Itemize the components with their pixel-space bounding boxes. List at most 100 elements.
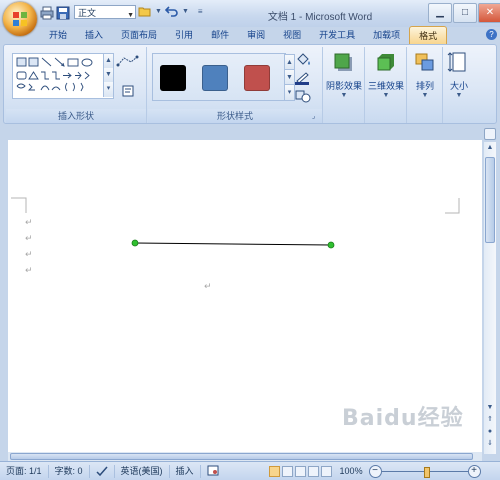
word-count-status[interactable]: 字数: 0 <box>49 464 90 478</box>
status-bar: 页面: 1/1 字数: 0 英语(美国) 插入 100% − + <box>0 461 500 480</box>
arrange-group: 排列 ▼ <box>408 47 443 123</box>
horizontal-scroll-thumb[interactable] <box>10 453 473 460</box>
tab-review[interactable]: 审阅 <box>238 26 274 44</box>
line-end-handle <box>327 241 335 249</box>
qat-actions: ▼ ▼ ≡ <box>138 4 203 18</box>
edit-shape-icon[interactable] <box>116 55 140 69</box>
minimize-button[interactable]: ▁ <box>428 3 452 23</box>
next-page-button[interactable]: ⇓ <box>484 438 496 450</box>
change-shape-icon[interactable] <box>294 89 312 103</box>
tab-page-layout[interactable]: 页面布局 <box>112 26 166 44</box>
shadow-effects-button[interactable]: 阴影效果 ▼ <box>325 51 363 99</box>
tab-developer[interactable]: 开发工具 <box>310 26 364 44</box>
print-layout-view-button[interactable] <box>268 465 280 477</box>
shape-fill-icon[interactable] <box>294 53 312 67</box>
style-swatch-red[interactable] <box>244 65 270 91</box>
tab-format[interactable]: 格式 <box>409 26 448 45</box>
shapes-palette-icon <box>16 57 93 92</box>
chevron-down-icon: ▼ <box>421 92 429 99</box>
arrange-button[interactable]: 排列 ▼ <box>406 51 444 99</box>
zoom-in-button[interactable]: + <box>467 464 481 478</box>
scroll-down-button[interactable]: ▼ <box>484 402 496 414</box>
text-box-icon[interactable] <box>122 85 134 97</box>
save-icon[interactable] <box>56 6 70 20</box>
macro-record-icon <box>207 465 219 475</box>
shape-styles-group: ▲ ▼ ▾ 形状样式 ⌟ <box>148 47 323 123</box>
shadow-effects-icon <box>334 53 352 71</box>
3d-effects-icon <box>377 54 394 71</box>
shadow-effects-group: 阴影效果 ▼ <box>324 47 365 123</box>
chevron-down-icon: ▼ <box>382 92 390 99</box>
full-screen-reading-view-button[interactable] <box>281 465 293 477</box>
maximize-button[interactable]: □ <box>453 3 477 23</box>
3d-effects-group: 三维效果 ▼ <box>366 47 407 123</box>
shadow-effects-label: 阴影效果 <box>325 81 362 91</box>
insert-shapes-label: 插入形状 <box>6 109 146 123</box>
proofing-status[interactable] <box>90 464 115 478</box>
help-icon[interactable]: ? <box>486 29 497 40</box>
macro-record-status[interactable] <box>201 465 225 478</box>
open-folder-icon[interactable] <box>138 4 152 18</box>
zoom-slider-track[interactable] <box>381 466 468 478</box>
chevron-down-icon: ▼ <box>455 92 463 99</box>
view-ruler-button[interactable] <box>484 128 496 140</box>
dialog-launcher-icon[interactable]: ⌟ <box>312 113 320 121</box>
ribbon-tabs: 开始 插入 页面布局 引用 邮件 审阅 视图 开发工具 加载项 格式 <box>40 26 448 45</box>
close-button[interactable]: ✕ <box>478 3 500 23</box>
language-status[interactable]: 英语(美国) <box>115 464 170 478</box>
line-start-handle <box>131 239 139 247</box>
zoom-out-button[interactable]: − <box>368 464 382 478</box>
style-swatch-black[interactable] <box>160 65 186 91</box>
shape-style-gallery[interactable]: ▲ ▼ ▾ <box>152 53 295 101</box>
tab-references[interactable]: 引用 <box>166 26 202 44</box>
undo-icon[interactable] <box>164 4 179 18</box>
outline-view-button[interactable] <box>307 465 319 477</box>
proofing-check-icon <box>96 466 108 476</box>
insert-mode-status[interactable]: 插入 <box>170 464 201 478</box>
gallery-scroll-up[interactable]: ▲ <box>103 54 113 68</box>
style-combo-box[interactable]: 正文 ▼ <box>74 5 136 19</box>
arrange-label: 排列 <box>415 81 434 91</box>
zoom-level[interactable]: 100% <box>340 466 363 476</box>
gallery-scroll-down[interactable]: ▼ <box>103 68 113 82</box>
insert-shapes-group: ▲ ▼ ▾ 插入形状 <box>6 47 147 123</box>
zoom-slider-thumb[interactable] <box>423 466 430 478</box>
scroll-up-button[interactable]: ▲ <box>484 142 496 154</box>
tab-view[interactable]: 视图 <box>274 26 310 44</box>
web-layout-view-button[interactable] <box>294 465 306 477</box>
view-buttons <box>268 465 334 477</box>
watermark-logo: Baidu经验 <box>342 406 464 431</box>
shapes-gallery[interactable]: ▲ ▼ ▾ <box>12 53 114 99</box>
tab-add-ins[interactable]: 加载项 <box>364 26 409 44</box>
size-button[interactable]: 大小 ▼ <box>440 51 478 99</box>
draft-view-button[interactable] <box>320 465 332 477</box>
tab-insert[interactable]: 插入 <box>76 26 112 44</box>
chevron-down-icon[interactable]: ▼ <box>155 8 162 15</box>
browse-object-button[interactable]: ● <box>484 426 496 438</box>
window-controls: ▁ □ ✕ <box>428 3 500 23</box>
3d-effects-button[interactable]: 三维效果 ▼ <box>367 51 405 99</box>
chevron-down-icon: ▼ <box>127 12 134 19</box>
ribbon: ▲ ▼ ▾ 插入形状 ▲ ▼ ▾ 形状样式 ⌟ 阴影效果 ▼ 三维效果 ▼ 排列… <box>3 44 497 124</box>
page-count-status[interactable]: 页面: 1/1 <box>0 464 49 478</box>
gallery-more[interactable]: ▾ <box>103 82 113 97</box>
chevron-down-icon: ▼ <box>340 92 348 99</box>
office-logo-icon <box>13 12 27 26</box>
3d-effects-label: 三维效果 <box>367 81 404 91</box>
size-group: 大小 ▼ <box>444 47 474 123</box>
previous-page-button[interactable]: ⇑ <box>484 414 496 426</box>
print-icon[interactable] <box>40 6 54 20</box>
quick-access-toolbar <box>40 4 70 22</box>
tab-home[interactable]: 开始 <box>40 26 76 44</box>
zoom-slider[interactable]: − + <box>368 464 481 478</box>
window-title: 文档 1 - Microsoft Word <box>267 12 373 23</box>
arrange-icon <box>415 53 434 71</box>
shape-styles-label: 形状样式 <box>148 109 322 123</box>
office-button[interactable] <box>3 2 37 36</box>
chevron-down-icon[interactable]: ▼ <box>182 8 189 15</box>
style-swatch-blue[interactable] <box>202 65 228 91</box>
tab-mailings[interactable]: 邮件 <box>202 26 238 44</box>
vertical-scroll-thumb[interactable] <box>485 157 495 243</box>
size-icon <box>447 52 466 72</box>
shape-outline-icon[interactable] <box>294 71 312 85</box>
